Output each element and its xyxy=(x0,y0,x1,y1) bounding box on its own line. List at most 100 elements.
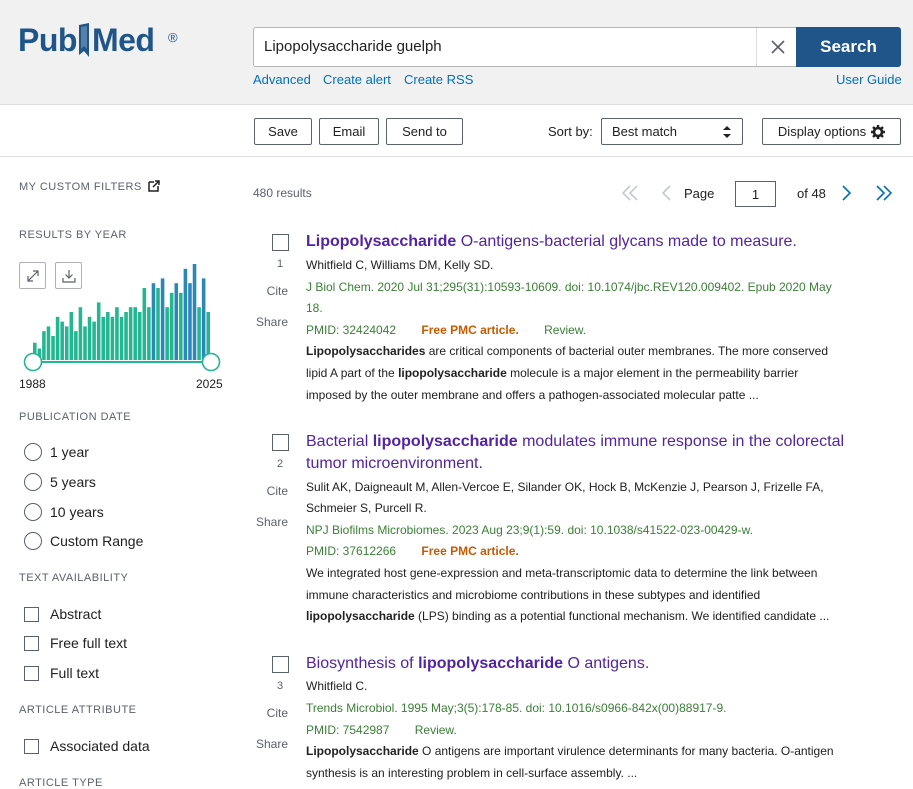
option-associated-data[interactable]: Associated data xyxy=(50,738,150,754)
share-button[interactable]: Share xyxy=(254,315,288,329)
year-bar[interactable] xyxy=(115,307,119,360)
checkbox-associated-data[interactable] xyxy=(24,739,39,754)
review-badge: Review. xyxy=(544,323,587,337)
page-number-input[interactable]: 1 xyxy=(735,181,776,207)
year-bar[interactable] xyxy=(119,316,124,360)
year-bar[interactable] xyxy=(83,326,87,360)
radio-5-years[interactable] xyxy=(24,473,42,491)
option-free-full-text[interactable]: Free full text xyxy=(50,635,127,651)
year-bar[interactable] xyxy=(179,292,183,360)
year-bar[interactable] xyxy=(165,307,169,360)
year-bar[interactable] xyxy=(64,326,69,360)
next-page-icon[interactable] xyxy=(841,184,853,202)
year-bar[interactable] xyxy=(96,302,101,360)
email-button[interactable]: Email xyxy=(319,118,379,145)
previous-page-icon[interactable] xyxy=(660,184,672,202)
header: Pub Med ® Search Advanced Create alert Cr… xyxy=(0,0,913,105)
year-bar[interactable] xyxy=(110,316,115,360)
year-bar[interactable] xyxy=(174,283,179,360)
year-bar[interactable] xyxy=(183,268,188,360)
result-checkbox[interactable] xyxy=(272,434,289,451)
year-bar[interactable] xyxy=(124,312,128,360)
year-bar[interactable] xyxy=(69,312,74,360)
last-page-icon[interactable] xyxy=(875,184,893,202)
pubmed-logo[interactable]: Pub Med ® xyxy=(18,22,178,59)
year-bar[interactable] xyxy=(92,321,96,360)
year-bar[interactable] xyxy=(60,321,64,360)
year-bar[interactable] xyxy=(188,283,192,360)
page-total-label: of 48 xyxy=(797,186,826,201)
text-availability-heading: TEXT AVAILABILITY xyxy=(19,572,129,584)
checkbox-abstract[interactable] xyxy=(24,607,39,622)
search-input[interactable] xyxy=(264,38,744,55)
radio-10-years[interactable] xyxy=(24,503,42,521)
result-journal-cont: 18. xyxy=(306,301,323,315)
option-1-year[interactable]: 1 year xyxy=(50,444,89,460)
year-bar[interactable] xyxy=(106,312,110,360)
share-button[interactable]: Share xyxy=(254,515,288,529)
result-checkbox[interactable] xyxy=(272,656,289,673)
year-bar[interactable] xyxy=(160,278,165,360)
range-start-handle[interactable] xyxy=(23,352,43,372)
result-authors-cont: Schmeier S, Purcell R. xyxy=(306,501,427,515)
year-bar[interactable] xyxy=(51,336,55,360)
option-10-years[interactable]: 10 years xyxy=(50,504,104,520)
year-bar[interactable] xyxy=(55,316,60,360)
display-options-label: Display options xyxy=(777,124,867,139)
sort-select[interactable]: Best match xyxy=(601,118,743,145)
year-bar[interactable] xyxy=(151,283,156,360)
send-to-button[interactable]: Send to xyxy=(386,118,463,145)
option-5-years[interactable]: 5 years xyxy=(50,474,96,490)
year-bar[interactable] xyxy=(142,288,147,360)
result-title[interactable]: Biosynthesis of lipopolysaccharide O ant… xyxy=(306,653,886,675)
result-checkbox[interactable] xyxy=(272,234,289,251)
result-snippet: imposed by the outer membrane and offers… xyxy=(306,388,759,402)
cite-button[interactable]: Cite xyxy=(254,706,288,720)
result-title[interactable]: Lipopolysaccharide O-antigens-bacterial … xyxy=(306,231,886,253)
year-bar[interactable] xyxy=(206,312,210,360)
cite-button[interactable]: Cite xyxy=(254,284,288,298)
year-bar[interactable] xyxy=(133,307,137,360)
year-bar[interactable] xyxy=(78,307,83,360)
select-arrows-icon xyxy=(723,126,731,138)
option-custom-range[interactable]: Custom Range xyxy=(50,533,143,549)
radio-custom-range[interactable] xyxy=(24,532,42,550)
year-bar[interactable] xyxy=(156,288,160,360)
year-bar[interactable] xyxy=(87,316,92,360)
close-icon xyxy=(770,40,785,54)
year-bar[interactable] xyxy=(101,316,106,360)
checkbox-full-text[interactable] xyxy=(24,666,39,681)
results-by-year-chart[interactable] xyxy=(19,262,231,374)
option-full-text[interactable]: Full text xyxy=(50,665,99,681)
range-end-handle[interactable] xyxy=(201,352,221,372)
search-button[interactable]: Search xyxy=(796,27,901,67)
user-guide-link[interactable]: User Guide xyxy=(836,72,902,87)
create-rss-link[interactable]: Create RSS xyxy=(404,72,473,87)
year-bar[interactable] xyxy=(128,307,133,360)
radio-1-year[interactable] xyxy=(24,443,42,461)
result-title[interactable]: Bacterial lipopolysaccharide modulates i… xyxy=(306,431,886,475)
clear-search-button[interactable] xyxy=(756,28,798,66)
year-bar[interactable] xyxy=(46,326,51,360)
year-bar[interactable] xyxy=(137,312,142,360)
year-bar[interactable] xyxy=(74,331,78,360)
sort-value: Best match xyxy=(612,124,678,139)
year-bar[interactable] xyxy=(169,292,174,360)
first-page-icon[interactable] xyxy=(621,184,639,202)
advanced-link[interactable]: Advanced xyxy=(253,72,311,87)
option-abstract[interactable]: Abstract xyxy=(50,606,101,622)
result-number: 3 xyxy=(276,680,284,692)
year-bar[interactable] xyxy=(147,307,151,360)
create-alert-link[interactable]: Create alert xyxy=(323,72,391,87)
year-bar[interactable] xyxy=(42,331,46,360)
year-bar[interactable] xyxy=(192,264,197,360)
year-bar[interactable] xyxy=(197,307,201,360)
custom-filters-heading[interactable]: MY CUSTOM FILTERS xyxy=(19,181,142,193)
checkbox-free-full-text[interactable] xyxy=(24,636,39,651)
save-button[interactable]: Save xyxy=(254,118,312,145)
year-bar[interactable] xyxy=(201,278,206,360)
cite-button[interactable]: Cite xyxy=(254,484,288,498)
display-options-button[interactable]: Display options xyxy=(762,118,901,145)
share-button[interactable]: Share xyxy=(254,737,288,751)
external-link-icon[interactable] xyxy=(148,180,160,192)
